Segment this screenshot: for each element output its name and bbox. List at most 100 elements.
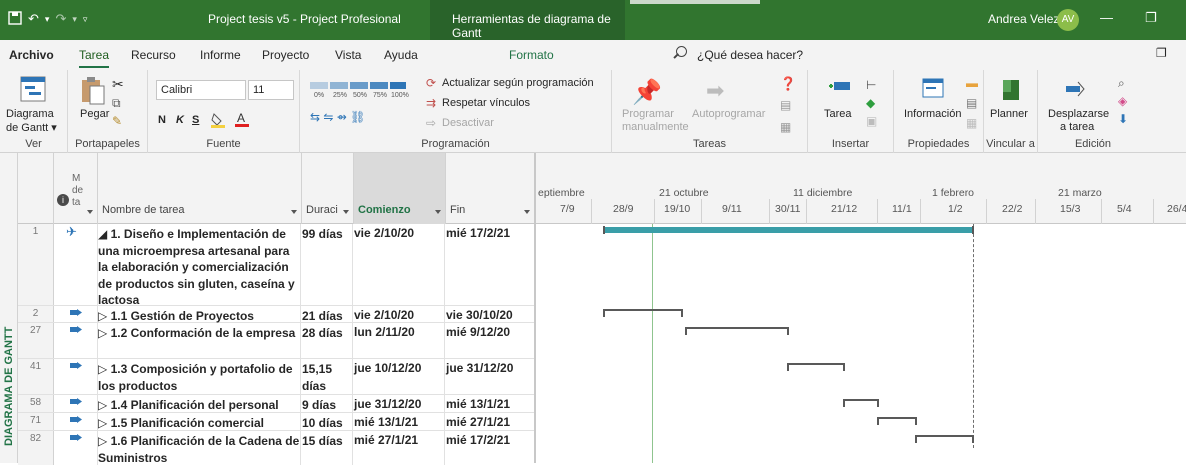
milestone-icon[interactable]: ◆ <box>866 96 875 110</box>
mode-cell[interactable] <box>54 359 98 394</box>
summary-task-bar[interactable] <box>685 327 789 335</box>
end-header[interactable]: Fin <box>446 153 534 224</box>
mode-cell[interactable]: ✈ <box>54 224 98 305</box>
task-start[interactable]: mié 27/1/21 <box>354 433 444 447</box>
table-row[interactable]: 71 ▷ 1.5 Planificación comercial 10 días… <box>18 413 534 431</box>
find-icon[interactable]: ⌕ <box>1118 76 1125 91</box>
timescale[interactable]: eptiembre 21 octubre 11 diciembre 1 febr… <box>536 153 1186 224</box>
task-end[interactable]: mié 17/2/21 <box>446 226 534 240</box>
tab-informe[interactable]: Informe <box>200 48 241 62</box>
fill-icon[interactable]: ⬇ <box>1118 112 1128 126</box>
user-name[interactable]: Andrea Velez <box>988 12 1059 26</box>
mode-cell[interactable] <box>54 306 98 322</box>
task-end[interactable]: vie 30/10/20 <box>446 308 534 322</box>
task-end[interactable]: mié 27/1/21 <box>446 415 534 429</box>
summary-icon[interactable]: ⊢ <box>866 78 876 92</box>
table-row[interactable]: 82 ▷ 1.6 Planificación de la Cadena de S… <box>18 431 534 465</box>
inspect-icon[interactable]: ❓ <box>780 76 796 92</box>
task-name[interactable]: ◢ 1. Diseño e Implementación de una micr… <box>98 226 300 309</box>
task-duration[interactable]: 15 días <box>302 433 352 450</box>
dropdown-icon[interactable]: ▾ <box>72 14 77 25</box>
planner-icon[interactable] <box>1001 78 1021 105</box>
font-color-icon[interactable]: A <box>234 110 250 131</box>
avatar[interactable]: AV <box>1057 9 1079 31</box>
mode-cell[interactable] <box>54 431 98 465</box>
table-row[interactable]: 2 ▷ 1.1 Gestión de Proyectos 21 días vie… <box>18 306 534 323</box>
gantt-view-dropdown[interactable]: de Gantt ▾ <box>6 121 57 134</box>
table-row[interactable]: 27 ▷ 1.2 Conformación de la empresa 28 d… <box>18 323 534 359</box>
chevron-down-icon[interactable] <box>524 210 530 214</box>
restore-button[interactable]: ❐ <box>1145 10 1157 26</box>
scroll-to-task-icon[interactable] <box>1064 80 1086 101</box>
font-size-select[interactable]: 11 <box>248 80 294 100</box>
ribbon-display-icon[interactable]: ❐ <box>1156 46 1167 60</box>
information-icon[interactable] <box>922 78 944 101</box>
underline-button[interactable]: S <box>192 114 199 126</box>
mode-icon[interactable]: ▦ <box>780 120 791 134</box>
summary-task-bar[interactable] <box>787 363 845 371</box>
gantt-view-button[interactable]: Diagrama <box>6 108 54 120</box>
format-painter-icon[interactable]: ✎ <box>112 114 122 128</box>
task-end[interactable]: mié 9/12/20 <box>446 325 534 339</box>
information-button[interactable]: Información <box>904 108 961 120</box>
start-header[interactable]: Comienzo <box>354 153 446 224</box>
task-start[interactable]: lun 2/11/20 <box>354 325 444 339</box>
summary-task-bar[interactable] <box>877 417 917 425</box>
pct-25[interactable]: 25% <box>333 92 347 99</box>
font-name-select[interactable]: Calibri <box>156 80 246 100</box>
gantt-bars[interactable] <box>536 224 1186 463</box>
paste-button[interactable]: Pegar <box>80 108 109 120</box>
notes-icon[interactable]: ▬ <box>966 76 978 90</box>
insert-task-icon[interactable] <box>828 78 850 99</box>
minimize-button[interactable]: — <box>1100 10 1113 25</box>
task-start[interactable]: vie 2/10/20 <box>354 308 444 322</box>
summary-task-bar[interactable] <box>843 399 879 407</box>
chevron-down-icon[interactable] <box>87 210 93 214</box>
mode-header[interactable]: M dе ta i <box>54 153 98 224</box>
update-schedule-button[interactable]: Actualizar según programación <box>442 77 594 89</box>
summary-task-bar[interactable] <box>603 309 683 317</box>
insert-task-button[interactable]: Tarea <box>824 108 852 120</box>
dropdown-icon[interactable]: ▾ <box>45 14 50 25</box>
mode-cell[interactable] <box>54 323 98 358</box>
task-start[interactable]: jue 31/12/20 <box>354 397 444 411</box>
gantt-chart-icon[interactable] <box>20 76 46 105</box>
table-row[interactable]: 41 ▷ 1.3 Composición y portafolio de los… <box>18 359 534 395</box>
respect-links-button[interactable]: Respetar vínculos <box>442 97 530 109</box>
bold-button[interactable]: N <box>158 114 166 126</box>
clear-icon[interactable]: ◈ <box>1118 94 1127 108</box>
search-input[interactable]: ¿Qué desea hacer? <box>697 48 803 62</box>
task-name[interactable]: ▷ 1.2 Conformación de la empresa <box>98 325 300 342</box>
paste-icon[interactable] <box>80 76 106 109</box>
cut-icon[interactable]: ✂ <box>112 76 124 93</box>
mode-cell[interactable] <box>54 395 98 412</box>
tab-ayuda[interactable]: Ayuda <box>384 48 418 62</box>
chevron-down-icon[interactable] <box>291 210 297 214</box>
details-icon[interactable]: ▤ <box>966 96 977 110</box>
tab-recurso[interactable]: Recurso <box>131 48 176 62</box>
scroll-to-task-button[interactable]: Desplazarse <box>1048 108 1109 120</box>
task-duration[interactable]: 15,15 días <box>302 361 352 394</box>
task-end[interactable]: mié 13/1/21 <box>446 397 534 411</box>
respect-links-icon[interactable]: ⇉ <box>426 96 436 110</box>
pct-0[interactable]: 0% <box>314 92 324 99</box>
gantt-chart[interactable]: eptiembre 21 octubre 11 diciembre 1 febr… <box>534 153 1186 463</box>
task-duration[interactable]: 10 días <box>302 415 352 432</box>
customize-qat-icon[interactable]: ▿ <box>83 14 88 25</box>
summary-bar[interactable] <box>603 226 974 234</box>
redo-icon[interactable]: ↷ <box>55 11 66 27</box>
table-row[interactable]: 1 ✈ ◢ 1. Diseño e Implementación de una … <box>18 224 534 309</box>
move-icon[interactable]: ▤ <box>780 98 791 112</box>
task-duration[interactable]: 28 días <box>302 325 352 342</box>
pct-50[interactable]: 50% <box>353 92 367 99</box>
tab-archivo[interactable]: Archivo <box>9 48 54 62</box>
tab-tarea[interactable]: Tarea <box>79 48 110 68</box>
italic-button[interactable]: K <box>176 114 184 126</box>
tab-proyecto[interactable]: Proyecto <box>262 48 309 62</box>
scroll-to-task-button-line2[interactable]: a tarea <box>1060 121 1094 133</box>
fill-color-icon[interactable] <box>210 112 228 131</box>
task-start[interactable]: mié 13/1/21 <box>354 415 444 429</box>
tab-vista[interactable]: Vista <box>335 48 361 62</box>
task-duration[interactable]: 9 días <box>302 397 352 414</box>
name-header[interactable]: Nombre de tarea <box>98 153 302 224</box>
